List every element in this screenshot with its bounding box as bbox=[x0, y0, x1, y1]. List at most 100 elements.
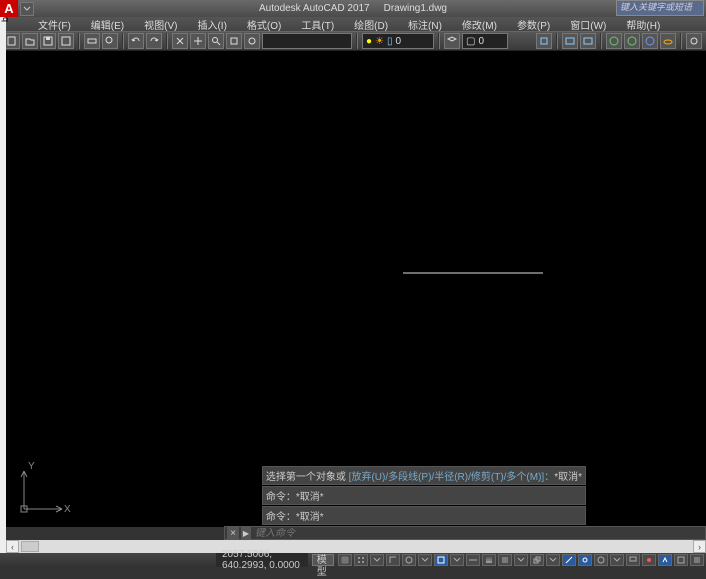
layer-icon[interactable] bbox=[444, 33, 460, 49]
menu-view[interactable]: 视图(V) bbox=[144, 17, 177, 32]
annotation-visibility-icon[interactable] bbox=[578, 554, 592, 566]
osnap-toggle-icon[interactable] bbox=[434, 554, 448, 566]
monitor-icon[interactable] bbox=[626, 554, 640, 566]
menubar: 文件(F) 编辑(E) 视图(V) 插入(I) 格式(O) 工具(T) 绘图(D… bbox=[0, 17, 706, 31]
chevron-down-icon[interactable] bbox=[418, 554, 432, 566]
zoom-icon[interactable] bbox=[208, 33, 224, 49]
lineweight-toggle-icon[interactable] bbox=[482, 554, 496, 566]
menu-modify[interactable]: 修改(M) bbox=[462, 17, 497, 32]
menu-file[interactable]: 文件(F) bbox=[38, 17, 71, 32]
chevron-down-icon[interactable] bbox=[546, 554, 560, 566]
chevron-right-icon[interactable]: ▶ bbox=[241, 527, 251, 539]
model-tab[interactable]: 模型 bbox=[312, 554, 334, 566]
open-icon[interactable] bbox=[22, 33, 38, 49]
menu-tools[interactable]: 工具(T) bbox=[301, 17, 334, 32]
ucs-y-label: Y bbox=[28, 461, 35, 472]
polar-toggle-icon[interactable] bbox=[402, 554, 416, 566]
match-icon[interactable] bbox=[536, 33, 552, 49]
document-name: Drawing1.dwg bbox=[384, 3, 447, 14]
scroll-left-icon[interactable]: ‹ bbox=[6, 540, 19, 553]
view-icon[interactable] bbox=[580, 33, 596, 49]
isolate-icon[interactable] bbox=[642, 554, 656, 566]
command-line[interactable]: × ▶ bbox=[224, 526, 706, 540]
scroll-thumb[interactable] bbox=[21, 541, 39, 552]
separator bbox=[356, 33, 358, 49]
menu-window[interactable]: 窗口(W) bbox=[570, 17, 606, 32]
cmd-hist-line: 命令：*取消* bbox=[262, 506, 586, 525]
linetype-name: 0 bbox=[478, 36, 484, 47]
title-center: Autodesk AutoCAD 2017 Drawing1.dwg bbox=[259, 3, 447, 14]
globe-icon[interactable] bbox=[642, 33, 658, 49]
chevron-down-icon[interactable] bbox=[370, 554, 384, 566]
view-icon[interactable] bbox=[562, 33, 578, 49]
redo-icon[interactable] bbox=[146, 33, 162, 49]
customize-icon[interactable] bbox=[690, 554, 704, 566]
plot-icon[interactable] bbox=[84, 33, 100, 49]
tool-icon[interactable] bbox=[244, 33, 260, 49]
gutter-char: b bbox=[0, 17, 10, 22]
status-toggles bbox=[338, 553, 704, 567]
tool-icon[interactable] bbox=[226, 33, 242, 49]
cloud-icon[interactable] bbox=[660, 33, 676, 49]
ucs-x-label: X bbox=[64, 504, 71, 515]
otrack-toggle-icon[interactable] bbox=[466, 554, 480, 566]
clean-screen-icon[interactable] bbox=[674, 554, 688, 566]
annotation-scale-icon[interactable] bbox=[562, 554, 576, 566]
titlebar: A Autodesk AutoCAD 2017 Drawing1.dwg 键入关… bbox=[0, 0, 706, 17]
cmd-label: 命令： bbox=[266, 512, 296, 523]
linetype-combo[interactable]: ▢ 0 bbox=[462, 33, 508, 49]
cmd-val: *取消* bbox=[296, 492, 324, 503]
chevron-down-icon[interactable] bbox=[610, 554, 624, 566]
ucs-icon: Y X bbox=[16, 457, 76, 517]
menu-draw[interactable]: 绘图(D) bbox=[354, 17, 388, 32]
refresh-icon[interactable] bbox=[686, 33, 702, 49]
cmd-text: 选择第一个对象或 bbox=[266, 472, 346, 483]
close-icon[interactable]: × bbox=[227, 527, 239, 539]
menu-param[interactable]: 参数(P) bbox=[517, 17, 550, 32]
cmd-hist-line: 选择第一个对象或 [放弃(U)/多段线(P)/半径(R)/修剪(T)/多个(M)… bbox=[262, 466, 586, 485]
menu-insert[interactable]: 插入(I) bbox=[197, 17, 226, 32]
grid-toggle-icon[interactable] bbox=[338, 554, 352, 566]
command-combo[interactable] bbox=[262, 33, 352, 49]
drawing-canvas[interactable]: Y X bbox=[6, 51, 706, 527]
globe-icon[interactable] bbox=[606, 33, 622, 49]
saveas-icon[interactable] bbox=[58, 33, 74, 49]
selection-cycling-icon[interactable] bbox=[530, 554, 544, 566]
statusbar: 2057.5006, 640.2993, 0.0000 模型 bbox=[0, 553, 706, 567]
preview-icon[interactable] bbox=[102, 33, 118, 49]
pan-icon[interactable] bbox=[190, 33, 206, 49]
scroll-right-icon[interactable]: › bbox=[693, 540, 706, 553]
cut-icon[interactable] bbox=[172, 33, 188, 49]
globe-icon[interactable] bbox=[624, 33, 640, 49]
menu-format[interactable]: 格式(O) bbox=[247, 17, 281, 32]
help-search-input[interactable]: 键入关键字或短语 bbox=[616, 0, 704, 16]
command-input[interactable] bbox=[251, 528, 705, 539]
app-name: Autodesk AutoCAD 2017 bbox=[259, 3, 370, 14]
bulb-icon: ● bbox=[366, 36, 372, 47]
horizontal-scrollbar[interactable]: ‹ › bbox=[6, 540, 706, 553]
menu-dimension[interactable]: 标注(N) bbox=[408, 17, 442, 32]
separator bbox=[600, 33, 602, 49]
qat-dropdown-icon[interactable] bbox=[20, 2, 34, 16]
cmd-options: [放弃(U)/多段线(P)/半径(R)/修剪(T)/多个(M)]： bbox=[346, 472, 554, 483]
menu-edit[interactable]: 编辑(E) bbox=[91, 17, 124, 32]
transparency-toggle-icon[interactable] bbox=[498, 554, 512, 566]
snap-toggle-icon[interactable] bbox=[354, 554, 368, 566]
save-icon[interactable] bbox=[40, 33, 56, 49]
app-logo[interactable]: A bbox=[0, 0, 18, 17]
cmd-hist-line: 命令：*取消* bbox=[262, 486, 586, 505]
command-history: 选择第一个对象或 [放弃(U)/多段线(P)/半径(R)/修剪(T)/多个(M)… bbox=[262, 465, 586, 525]
new-icon[interactable] bbox=[4, 33, 20, 49]
menu-help[interactable]: 帮助(H) bbox=[626, 17, 660, 32]
standard-toolbar: ● ☀ ▯ 0 ▢ 0 bbox=[0, 31, 706, 51]
separator bbox=[438, 33, 440, 49]
hardware-accel-icon[interactable] bbox=[658, 554, 672, 566]
coordinates-readout: 2057.5006, 640.2993, 0.0000 bbox=[216, 553, 308, 567]
chevron-down-icon[interactable] bbox=[514, 554, 528, 566]
lock-icon: ▯ bbox=[387, 36, 393, 47]
layer-state-combo[interactable]: ● ☀ ▯ 0 bbox=[362, 33, 434, 49]
workspace-icon[interactable] bbox=[594, 554, 608, 566]
undo-icon[interactable] bbox=[128, 33, 144, 49]
ortho-toggle-icon[interactable] bbox=[386, 554, 400, 566]
chevron-down-icon[interactable] bbox=[450, 554, 464, 566]
